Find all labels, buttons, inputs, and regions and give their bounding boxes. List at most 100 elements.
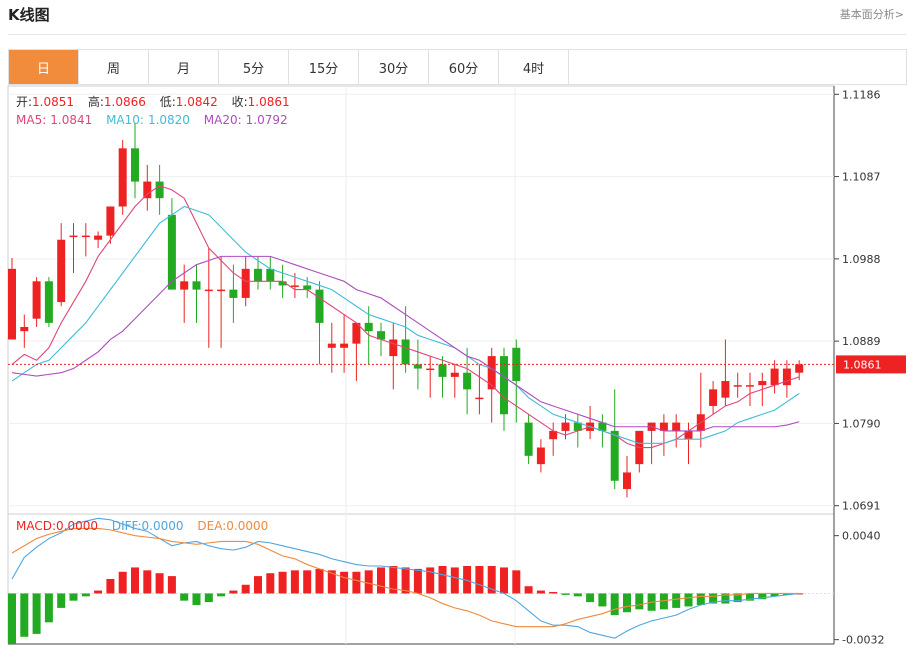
macd-histogram-bar xyxy=(340,571,349,594)
macd-histogram-bar xyxy=(635,593,644,610)
macd-histogram-bar xyxy=(401,567,410,594)
macd-histogram-bar xyxy=(217,593,226,597)
price-tick-label: 1.0691 xyxy=(842,500,881,513)
candle-body xyxy=(364,322,373,332)
ma5-value: 1.0841 xyxy=(50,113,92,127)
candle-body xyxy=(131,148,139,182)
macd-histogram-bar xyxy=(69,593,78,601)
macd-histogram-bar xyxy=(586,593,595,603)
macd-histogram-bar xyxy=(290,570,299,594)
macd-histogram-bar xyxy=(229,590,238,594)
macd-histogram-bar xyxy=(623,593,631,613)
macd-histogram-bar xyxy=(524,586,533,594)
current-price-label: 1.0861 xyxy=(843,358,882,371)
candle-body xyxy=(401,339,410,365)
candle-body xyxy=(44,281,53,323)
candle-body xyxy=(623,472,631,490)
macd-histogram-bar xyxy=(450,567,459,594)
candle-body xyxy=(758,381,767,386)
candle-body xyxy=(20,327,29,332)
ma-readout: MA5: 1.0841 MA10: 1.0820 MA20: 1.0792 xyxy=(16,113,288,127)
macd-histogram-bar xyxy=(155,573,164,594)
candle-body xyxy=(709,389,718,406)
candle-body xyxy=(524,422,533,456)
candle-body xyxy=(315,289,324,323)
macd-histogram-bar xyxy=(192,593,201,605)
macd-histogram-bar xyxy=(598,593,607,607)
ohlc-readout: 开:1.0851 高:1.0866 低:1.0842 收:1.0861 xyxy=(16,94,290,109)
candle-body xyxy=(254,268,262,282)
candle-body xyxy=(81,235,90,238)
candle-body xyxy=(143,181,152,199)
price-tick-label: 1.0889 xyxy=(842,335,881,348)
macd-histogram-bar xyxy=(315,568,324,594)
candle-body xyxy=(167,214,176,290)
macd-histogram-bar xyxy=(696,593,705,605)
macd-histogram-bar xyxy=(8,593,16,644)
ma10-value: 1.0820 xyxy=(148,113,190,127)
macd-histogram-bar xyxy=(180,593,189,601)
open-label: 开: xyxy=(16,95,32,109)
candle-body xyxy=(106,206,115,236)
candle-body xyxy=(770,368,779,386)
candle-body xyxy=(610,430,619,481)
diff-label: DIFF: xyxy=(112,519,142,533)
macd-histogram-bar xyxy=(143,570,152,594)
candle-body xyxy=(561,422,570,431)
macd-histogram-bar xyxy=(57,593,66,608)
macd-histogram-bar xyxy=(500,567,508,594)
diff-value: 0.0000 xyxy=(142,519,184,533)
macd-histogram-bar xyxy=(610,593,619,616)
macd-histogram-bar xyxy=(118,571,127,594)
candle-body xyxy=(438,364,447,377)
candle-body xyxy=(290,285,299,287)
macd-value: 0.0000 xyxy=(56,519,98,533)
candle-body xyxy=(746,385,754,387)
candle-body xyxy=(192,281,201,290)
macd-histogram-bar xyxy=(475,566,484,594)
candle-body xyxy=(180,281,189,290)
macd-histogram-bar xyxy=(254,576,262,594)
candle-body xyxy=(733,385,742,387)
ma10-label: MA10: xyxy=(106,113,144,127)
kline-chart[interactable]: 1.1186 1.1087 1.0988 1.0889 1.0790 1.0691 0.00… xyxy=(0,0,912,649)
candle-body xyxy=(721,381,730,398)
macd-histogram-bar xyxy=(549,592,558,594)
candle-body xyxy=(475,397,484,400)
macd-readout: MACD:0.0000 DIFF:0.0000 DEA:0.0000 xyxy=(16,519,268,533)
macd-histogram-bar xyxy=(438,566,447,594)
candle-body xyxy=(57,239,66,303)
candle-body xyxy=(241,268,250,298)
candle-body xyxy=(229,289,238,298)
macd-histogram-bar xyxy=(81,593,90,597)
macd-label: MACD: xyxy=(16,519,56,533)
candle-body xyxy=(69,235,78,238)
candle-body xyxy=(426,368,435,371)
candle-body xyxy=(389,339,398,357)
candle-body xyxy=(782,368,791,386)
candle-body xyxy=(217,289,226,292)
macd-histogram-bar xyxy=(204,593,213,603)
price-tick-label: 1.1186 xyxy=(842,88,881,101)
macd-histogram-bar xyxy=(32,593,41,634)
macd-histogram-bar xyxy=(364,570,373,594)
dea-value: 0.0000 xyxy=(226,519,268,533)
macd-histogram-bar xyxy=(672,593,681,608)
close-label: 收: xyxy=(232,95,248,109)
low-value: 1.0842 xyxy=(176,95,218,109)
low-label: 低: xyxy=(160,95,176,109)
macd-histogram-bar xyxy=(44,593,53,623)
ma5-label: MA5: xyxy=(16,113,46,127)
price-tick-label: 1.0790 xyxy=(842,417,881,430)
candle-body xyxy=(266,268,275,282)
candle-body xyxy=(536,447,545,465)
candle-body xyxy=(413,364,422,369)
candle-body xyxy=(118,148,127,207)
macd-histogram-bar xyxy=(20,593,29,637)
macd-histogram-bar xyxy=(241,584,250,594)
macd-histogram-bar xyxy=(413,568,422,594)
macd-histogram-bar xyxy=(573,593,582,597)
macd-histogram-bar xyxy=(536,590,545,594)
high-value: 1.0866 xyxy=(104,95,146,109)
macd-histogram-bar xyxy=(352,571,361,594)
